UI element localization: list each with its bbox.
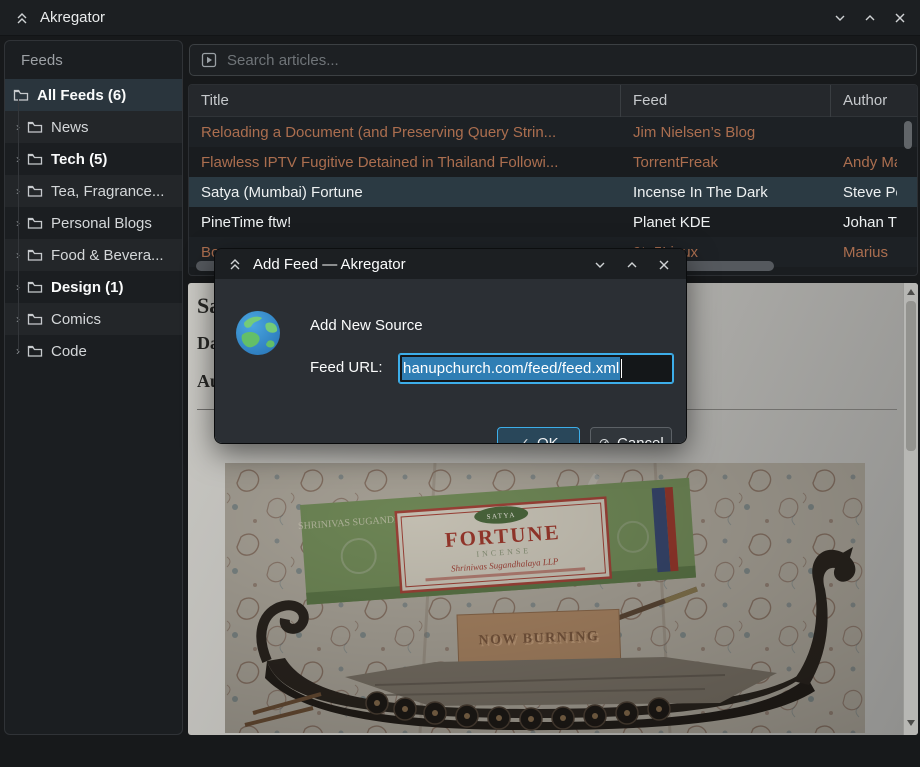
- expand-chevron-icon[interactable]: ›: [9, 280, 27, 294]
- feed-url-label: Feed URL:: [310, 359, 383, 376]
- expand-chevron-icon[interactable]: ›: [9, 184, 27, 198]
- feed-url-selected-text: hanupchurch.com/feed/feed.xml: [402, 357, 620, 380]
- minimize-icon[interactable]: [588, 253, 612, 277]
- folder-icon: [27, 248, 43, 262]
- keep-above-icon[interactable]: [223, 252, 247, 276]
- search-filter-icon: [201, 52, 217, 68]
- close-icon[interactable]: [888, 6, 912, 30]
- cancel-button[interactable]: ⊘ Cancel: [590, 427, 672, 443]
- window-title: Akregator: [40, 9, 105, 26]
- viewer-scroll-thumb[interactable]: [906, 301, 916, 451]
- folder-icon: [27, 280, 43, 294]
- akregator-window: Akregator Feeds All Feeds (6) › News: [0, 0, 920, 767]
- expand-chevron-icon[interactable]: ›: [9, 248, 27, 262]
- article-row[interactable]: PineTime ftw! Planet KDE Johan Th: [189, 207, 917, 237]
- folder-icon: [13, 88, 29, 102]
- dialog-heading: Add New Source: [310, 317, 423, 334]
- cancel-slash-icon: ⊘: [598, 435, 610, 443]
- ok-button[interactable]: ✓ OK: [497, 427, 580, 443]
- sidebar-item-personal-blogs[interactable]: › Personal Blogs: [5, 207, 182, 239]
- scroll-down-icon[interactable]: [907, 720, 915, 726]
- article-list-vscrollbar[interactable]: [902, 119, 914, 275]
- feeds-sidebar: Feeds All Feeds (6) › News › Tech (5) › …: [4, 40, 183, 735]
- close-icon[interactable]: [652, 253, 676, 277]
- maximize-icon[interactable]: [620, 253, 644, 277]
- expand-chevron-icon[interactable]: ›: [9, 312, 27, 326]
- article-row[interactable]: Reloading a Document (and Preserving Que…: [189, 117, 917, 147]
- viewer-scrollbar[interactable]: [903, 283, 918, 735]
- folder-icon: [27, 184, 43, 198]
- expand-chevron-icon[interactable]: ›: [9, 120, 27, 134]
- maximize-icon[interactable]: [858, 6, 882, 30]
- dialog-body: Add New Source Feed URL: hanupchurch.com…: [215, 279, 686, 443]
- dialog-titlebar[interactable]: Add Feed — Akregator: [215, 249, 686, 279]
- sidebar-item-code[interactable]: › Code: [5, 335, 182, 367]
- article-list: Title Feed Author Reloading a Document (…: [188, 84, 918, 276]
- add-feed-dialog: Add Feed — Akregator: [215, 249, 686, 443]
- folder-icon: [27, 312, 43, 326]
- sidebar-item-tea-fragrance[interactable]: › Tea, Fragrance...: [5, 175, 182, 207]
- dialog-title: Add Feed — Akregator: [253, 256, 406, 273]
- expand-chevron-icon[interactable]: ›: [9, 344, 27, 358]
- vscroll-thumb[interactable]: [904, 121, 912, 149]
- sidebar-item-design[interactable]: › Design (1): [5, 271, 182, 303]
- globe-icon: [234, 309, 282, 357]
- feeds-header: Feeds: [5, 41, 182, 79]
- search-bar: [189, 44, 917, 76]
- expand-chevron-icon[interactable]: ›: [9, 152, 27, 166]
- article-rows: Reloading a Document (and Preserving Que…: [189, 117, 917, 267]
- article-photo: SHRINIVAS SUGANDHAL SATYA FORTUNE INCENS…: [225, 463, 865, 733]
- sidebar-item-tech[interactable]: › Tech (5): [5, 143, 182, 175]
- column-header-author[interactable]: Author: [831, 85, 917, 117]
- folder-icon: [27, 152, 43, 166]
- window-titlebar[interactable]: Akregator: [0, 0, 920, 36]
- column-header-feed[interactable]: Feed: [621, 85, 831, 117]
- text-caret: [621, 359, 622, 378]
- folder-icon: [27, 120, 43, 134]
- sidebar-item-all-feeds[interactable]: All Feeds (6): [5, 79, 182, 111]
- minimize-icon[interactable]: [828, 6, 852, 30]
- check-icon: ✓: [518, 435, 530, 443]
- scroll-up-icon[interactable]: [907, 289, 915, 295]
- expand-chevron-icon[interactable]: ›: [9, 216, 27, 230]
- column-header-title[interactable]: Title: [189, 85, 621, 117]
- article-list-header: Title Feed Author: [189, 85, 917, 117]
- feed-url-input[interactable]: hanupchurch.com/feed/feed.xml: [398, 353, 674, 384]
- feed-tree: All Feeds (6) › News › Tech (5) › Tea, F…: [5, 79, 182, 367]
- search-input[interactable]: [227, 52, 916, 69]
- article-row-selected[interactable]: Satya (Mumbai) Fortune Incense In The Da…: [189, 177, 917, 207]
- folder-icon: [27, 344, 43, 358]
- folder-icon: [27, 216, 43, 230]
- article-row[interactable]: Flawless IPTV Fugitive Detained in Thail…: [189, 147, 917, 177]
- sidebar-item-comics[interactable]: › Comics: [5, 303, 182, 335]
- keep-above-icon[interactable]: [10, 6, 34, 30]
- sidebar-item-food-beverage[interactable]: › Food & Bevera...: [5, 239, 182, 271]
- sidebar-item-news[interactable]: › News: [5, 111, 182, 143]
